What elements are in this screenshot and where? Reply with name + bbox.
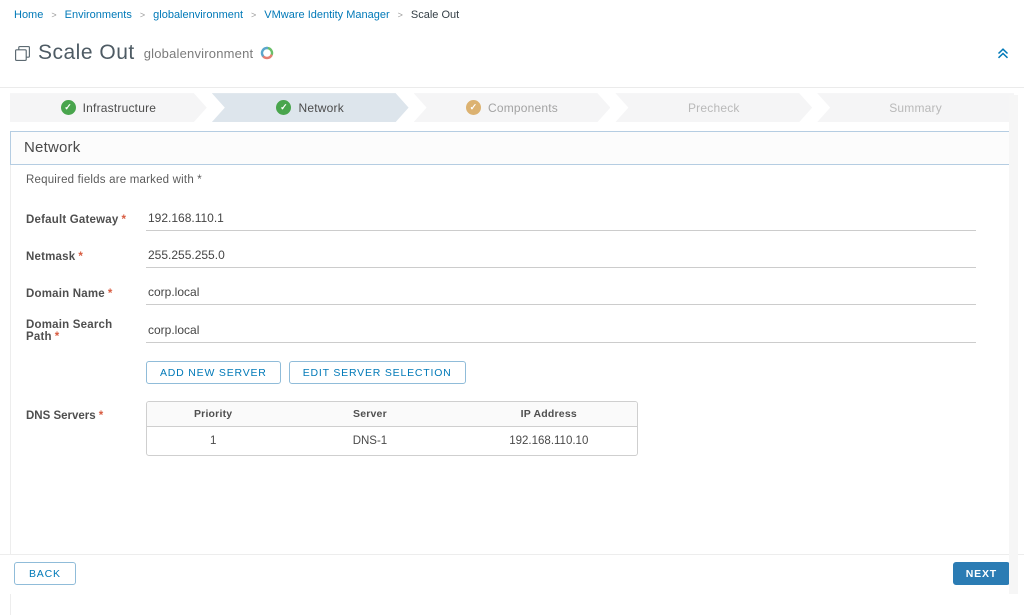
- domain-name-field-wrap: [146, 282, 976, 306]
- dns-servers-row: DNS Servers * Priority Server IP Address …: [26, 401, 1014, 457]
- green-check-icon: ✓: [276, 100, 291, 115]
- domain-search-path-label: Domain Search Path *: [26, 319, 113, 344]
- breadcrumb-home[interactable]: Home: [14, 9, 43, 21]
- dns-server-actions: ADD NEW SERVER EDIT SERVER SELECTION: [146, 361, 1014, 385]
- required-asterisk: *: [98, 410, 104, 423]
- green-check-icon: ✓: [61, 100, 76, 115]
- step-label: Summary: [889, 100, 942, 115]
- required-asterisk: *: [107, 287, 113, 300]
- breadcrumb-separator: >: [51, 10, 57, 20]
- step-infrastructure[interactable]: ✓ Infrastructure: [10, 93, 207, 122]
- next-button[interactable]: NEXT: [952, 562, 1010, 585]
- scrollbar-track[interactable]: [1009, 95, 1018, 594]
- netmask-field-wrap: [146, 245, 976, 269]
- breadcrumb-globalenvironment[interactable]: globalenvironment: [153, 9, 243, 21]
- dns-servers-table: Priority Server IP Address 1 DNS-1 192.1…: [146, 401, 638, 457]
- breadcrumb-current-scale-out: Scale Out: [410, 9, 460, 21]
- page-title: Scale Out: [38, 41, 135, 65]
- dns-row-server: DNS-1: [352, 435, 388, 448]
- dns-row-ip-address: 192.168.110.10: [509, 435, 589, 448]
- required-asterisk: *: [121, 213, 127, 226]
- dns-column-priority: Priority: [147, 402, 280, 428]
- step-summary[interactable]: Summary: [817, 93, 1014, 123]
- dns-table-header-row: Priority Server IP Address: [147, 402, 637, 428]
- step-precheck[interactable]: Precheck: [615, 93, 812, 122]
- environment-name: globalenvironment: [143, 45, 254, 61]
- breadcrumb-vmware-identity-manager[interactable]: VMware Identity Manager: [264, 9, 389, 21]
- breadcrumb: Home > Environments > globalenvironment …: [0, 0, 1024, 21]
- default-gateway-field-wrap: [146, 208, 976, 232]
- form-row-domain-name: Domain Name *: [26, 282, 1014, 306]
- section-title-network: Network: [10, 131, 1014, 166]
- required-asterisk: *: [54, 331, 60, 344]
- domain-search-path-field-wrap: [146, 319, 976, 343]
- step-label: Network: [298, 100, 344, 115]
- dns-table-row: 1 DNS-1 192.168.110.10: [147, 427, 637, 456]
- back-button[interactable]: BACK: [14, 562, 76, 585]
- step-label: Precheck: [687, 100, 740, 115]
- step-label: Components: [487, 100, 559, 115]
- double-chevron-up-icon[interactable]: [996, 46, 1010, 60]
- domain-search-path-input[interactable]: [146, 319, 976, 343]
- network-form-panel: Required fields are marked with * Defaul…: [10, 165, 1014, 615]
- dns-column-ip-address: IP Address: [460, 402, 637, 428]
- environment-status-spinner-icon: [260, 46, 274, 60]
- netmask-label: Netmask *: [26, 250, 84, 263]
- domain-name-input[interactable]: [146, 282, 976, 306]
- default-gateway-input[interactable]: [146, 208, 976, 232]
- edit-server-selection-button[interactable]: EDIT SERVER SELECTION: [288, 361, 466, 385]
- step-label: Infrastructure: [82, 100, 157, 115]
- domain-name-label: Domain Name *: [26, 287, 113, 300]
- clone-squares-icon: [14, 45, 31, 62]
- add-new-server-button[interactable]: ADD NEW SERVER: [146, 361, 281, 385]
- wizard-footer: BACK NEXT: [0, 554, 1024, 594]
- step-components[interactable]: ✓ Components: [414, 93, 611, 122]
- tan-check-icon: ✓: [466, 100, 481, 115]
- breadcrumb-separator: >: [251, 10, 257, 20]
- breadcrumb-separator: >: [139, 10, 146, 20]
- header-divider: [0, 87, 1024, 89]
- wizard-stepper: ✓ Infrastructure ✓ Network ✓ Components …: [10, 93, 1014, 123]
- dns-column-server: Server: [279, 402, 461, 428]
- form-row-default-gateway: Default Gateway *: [26, 208, 1014, 232]
- form-row-netmask: Netmask *: [26, 245, 1014, 269]
- form-row-domain-search-path: Domain Search Path *: [26, 319, 1014, 343]
- page-header: Scale Out globalenvironment: [0, 21, 1024, 79]
- netmask-input[interactable]: [146, 245, 976, 269]
- dns-servers-label: DNS Servers *: [26, 410, 104, 423]
- step-network[interactable]: ✓ Network: [212, 93, 409, 122]
- dns-row-priority: 1: [209, 435, 217, 448]
- breadcrumb-separator: >: [397, 10, 403, 20]
- breadcrumb-environments[interactable]: Environments: [65, 9, 132, 21]
- required-asterisk: *: [78, 250, 84, 263]
- required-fields-note: Required fields are marked with *: [26, 174, 202, 187]
- default-gateway-label: Default Gateway *: [26, 213, 127, 226]
